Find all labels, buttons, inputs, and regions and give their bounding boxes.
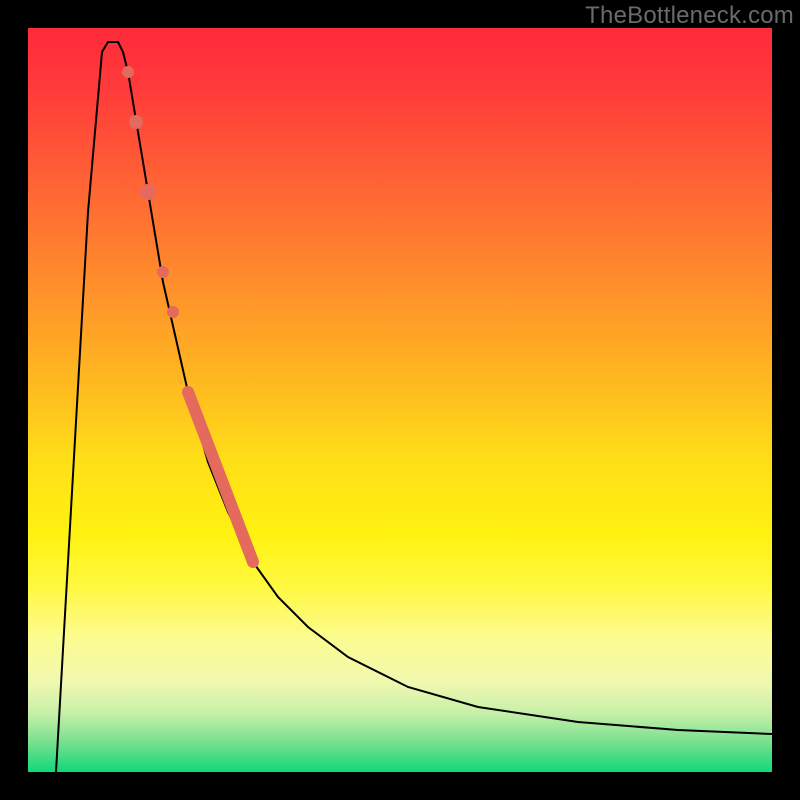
watermark-text: TheBottleneck.com [585, 2, 794, 30]
curve-group [56, 42, 772, 772]
plot-area [28, 28, 772, 772]
chart-svg [28, 28, 772, 772]
highlight-stroke [188, 392, 253, 562]
highlight-dot [122, 66, 134, 78]
chart-container: TheBottleneck.com [0, 0, 800, 800]
highlight-dot [140, 184, 156, 200]
highlight-dot [157, 266, 169, 278]
highlight-dots [122, 66, 179, 318]
highlight-dot [167, 306, 179, 318]
highlight-dot [129, 115, 143, 129]
main-curve [56, 42, 772, 772]
